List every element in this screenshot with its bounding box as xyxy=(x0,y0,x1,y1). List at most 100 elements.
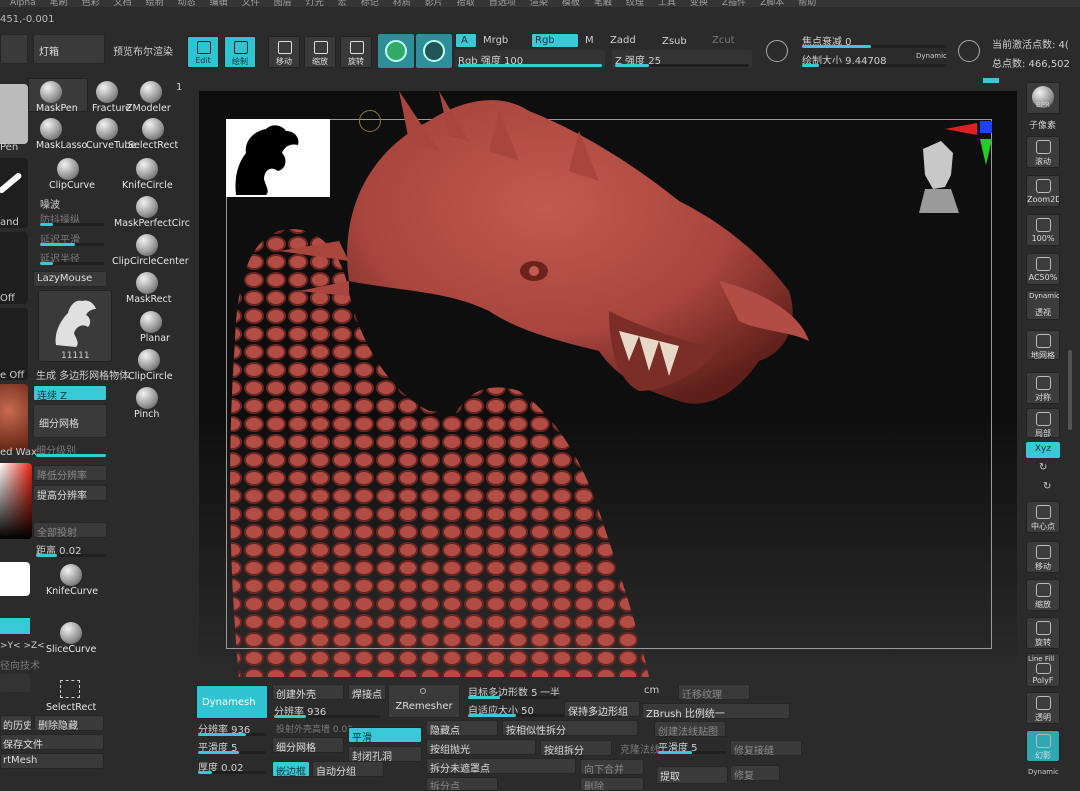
menu-item[interactable]: 材质 xyxy=(393,0,411,7)
material-swatch[interactable] xyxy=(0,384,28,450)
edge-loop-button[interactable]: 嵌边框 xyxy=(272,761,310,777)
menu-item[interactable]: 色彩 xyxy=(82,0,100,7)
resolution-slider[interactable]: 分辨率 936 xyxy=(272,702,382,718)
zbrush-unify-button[interactable]: ZBrush 比例统一 xyxy=(642,703,790,719)
scroll-button[interactable]: 滚动 xyxy=(1026,136,1060,168)
create-shell-button[interactable]: 创建外壳 xyxy=(272,684,344,700)
history-icon[interactable] xyxy=(958,40,980,62)
dynamesh-button[interactable]: Dynamesh xyxy=(196,685,268,719)
split-similar-button[interactable]: 按相似性拆分 xyxy=(502,720,638,736)
weld-button[interactable]: 焊接点 xyxy=(348,684,386,700)
smooth-level-slider[interactable]: 平滑度 5 xyxy=(656,738,728,754)
menu-item[interactable]: 文档 xyxy=(114,0,132,7)
move-view-button[interactable]: 移动 xyxy=(1026,541,1060,573)
m-toggle[interactable]: M xyxy=(585,35,594,46)
menu-item[interactable]: 拾取 xyxy=(457,0,475,7)
scale-view-button[interactable]: 缩放 xyxy=(1026,579,1060,611)
subdivide-mesh-button[interactable]: 细分网格 xyxy=(272,737,344,753)
dynamic-size-toggle[interactable]: Dynamic xyxy=(916,52,947,60)
zoom2d-button[interactable]: Zoom2D xyxy=(1026,175,1060,207)
rgb-intensity-slider[interactable]: Rgb 强度 100 xyxy=(455,50,605,68)
rgb-toggle[interactable]: Rgb xyxy=(531,33,579,48)
zsub-toggle[interactable]: Zsub xyxy=(662,36,687,47)
resolution-left-slider[interactable]: 分辨率 936 xyxy=(196,720,268,736)
subpixel-label[interactable]: 子像素 xyxy=(1029,118,1056,131)
right-scrollbar[interactable] xyxy=(1068,350,1072,430)
menu-item[interactable]: Z插件 xyxy=(722,0,746,7)
clone-normal-button[interactable]: 克隆法线 xyxy=(620,741,660,756)
zcut-toggle[interactable]: Zcut xyxy=(712,35,735,46)
bpr-render-button[interactable]: BPR xyxy=(1026,82,1060,114)
thickness-slider[interactable]: 厚度 0.02 xyxy=(196,758,268,774)
edit-mode-button[interactable]: Edit xyxy=(187,36,219,68)
split-groups-button[interactable]: 按组拆分 xyxy=(540,740,612,756)
menu-item[interactable]: 帮助 xyxy=(798,0,816,7)
polyframe-button[interactable]: Line Fill PolyF xyxy=(1026,653,1060,687)
menu-item[interactable]: 编辑 xyxy=(210,0,228,7)
menu-item[interactable]: 首选项 xyxy=(489,0,516,7)
main-color-swatch[interactable] xyxy=(0,562,30,596)
rtmesh-button[interactable]: rtMesh xyxy=(0,753,104,769)
menu-item[interactable]: Z脚本 xyxy=(760,0,784,7)
zremesher-button[interactable]: ZRemesher xyxy=(388,684,460,718)
symmetry-button[interactable]: 对称 xyxy=(1026,372,1060,404)
perspective-button[interactable]: Dynamic 透视 xyxy=(1026,290,1060,320)
keep-polygroups-button[interactable]: 保持多边形组 xyxy=(564,701,640,717)
left-slider-bottom[interactable] xyxy=(0,674,30,692)
create-normal-map-button[interactable]: 创建法线贴图 xyxy=(654,721,726,737)
gap-slider[interactable]: 高墙 0.02 xyxy=(312,722,353,735)
menu-item[interactable]: 图层 xyxy=(274,0,292,7)
texture-sphere-button[interactable] xyxy=(416,34,452,68)
preview-render-button[interactable]: 预览布尔渲染 xyxy=(113,43,173,58)
draw-mode-button[interactable]: 绘制 xyxy=(224,36,256,68)
scale-mode-button[interactable]: 缩放 xyxy=(304,36,336,68)
repair-seams-button[interactable]: 修复接缝 xyxy=(730,740,802,756)
smoothness-slider[interactable]: 平滑度 5 xyxy=(196,738,268,754)
menu-item[interactable]: 动态 xyxy=(178,0,196,7)
transfer-texture-button[interactable]: 迁移纹理 xyxy=(678,684,750,700)
zoom-100-button[interactable]: 100% xyxy=(1026,214,1060,246)
zadd-toggle[interactable]: Zadd xyxy=(610,35,636,46)
ac50-button[interactable]: AC50% xyxy=(1026,253,1060,285)
ghost-button[interactable]: 幻影 xyxy=(1026,730,1060,762)
extract-button[interactable]: 提取 xyxy=(656,766,728,784)
menu-item[interactable]: 渲染 xyxy=(530,0,548,7)
menu-item[interactable]: 模板 xyxy=(562,0,580,7)
group-polish-button[interactable]: 按组抛光 xyxy=(426,739,536,755)
close-holes-button[interactable]: 封闭孔洞 xyxy=(348,746,422,762)
menu-item[interactable]: 影片 xyxy=(425,0,443,7)
focal-shift-slider[interactable]: 焦点衰减 0 xyxy=(800,31,948,49)
transparent-button[interactable]: 透明 xyxy=(1026,692,1060,724)
menu-item[interactable]: 标记 xyxy=(361,0,379,7)
floor-grid-button[interactable]: 地网格 xyxy=(1026,330,1060,360)
rotate-z-icon[interactable]: ↻ xyxy=(1043,481,1051,492)
menu-item[interactable]: 变换 xyxy=(690,0,708,7)
xyz-toggle[interactable]: Xyz xyxy=(1026,442,1060,458)
local-button[interactable]: 局部 xyxy=(1026,408,1060,438)
brush-settings-icon[interactable] xyxy=(766,40,788,62)
rotate-view-button[interactable]: 旋转 xyxy=(1026,617,1060,649)
save-file-button[interactable]: 保存文件 xyxy=(0,734,104,750)
merge-down-button[interactable]: 向下合并 xyxy=(580,759,644,775)
auto-group-button[interactable]: 自动分组 xyxy=(312,761,384,777)
z-intensity-slider[interactable]: Z 强度 25 xyxy=(612,50,752,68)
menu-item[interactable]: 宏 xyxy=(338,0,347,7)
target-poly-slider[interactable]: 目标多边形数 5 一半 xyxy=(466,683,636,699)
menu-item[interactable]: 灯光 xyxy=(306,0,324,7)
delete-button[interactable]: 删除 xyxy=(580,777,644,791)
fix-button[interactable]: 修复 xyxy=(730,765,780,781)
mrgb-toggle[interactable]: Mrgb xyxy=(483,35,508,46)
hide-points-button[interactable]: 隐藏点 xyxy=(426,720,498,736)
menu-item[interactable]: 工具 xyxy=(658,0,676,7)
lightbox-button[interactable]: 灯箱 xyxy=(33,34,105,64)
rotate-mode-button[interactable]: 旋转 xyxy=(340,36,372,68)
smooth-button[interactable]: 平滑 xyxy=(348,727,422,743)
menu-item[interactable]: 文件 xyxy=(242,0,260,7)
move-mode-button[interactable]: 移动 xyxy=(268,36,300,68)
left-stub-button[interactable] xyxy=(0,34,28,64)
menu-item[interactable]: 绘制 xyxy=(146,0,164,7)
split-points-button[interactable]: 拆分点 xyxy=(426,777,498,791)
split-unmasked-button[interactable]: 拆分未遮罩点 xyxy=(426,758,576,774)
center-point-button[interactable]: 中心点 xyxy=(1026,501,1060,533)
menu-item[interactable]: Alpha xyxy=(10,0,36,7)
